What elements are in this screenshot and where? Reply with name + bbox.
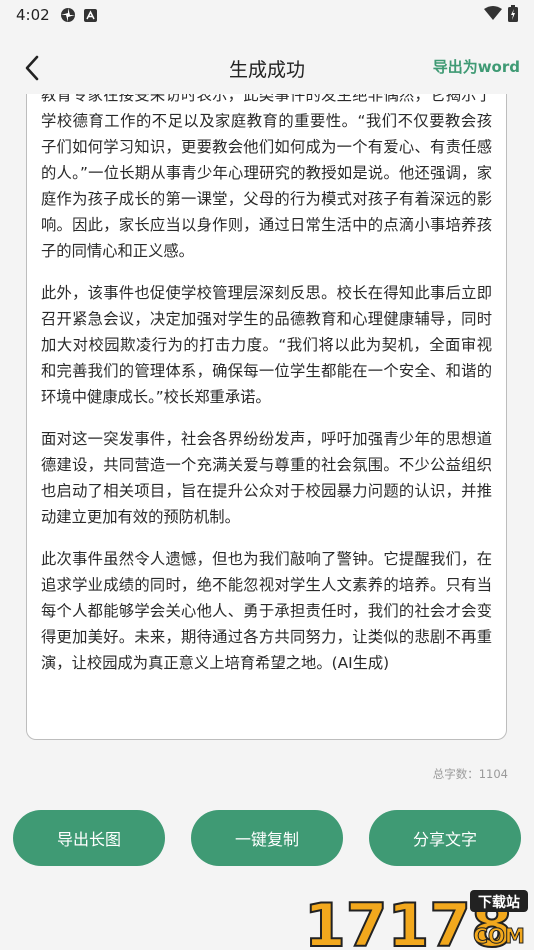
share-text-button[interactable]: 分享文字 — [369, 810, 521, 866]
a-notification-icon — [83, 8, 97, 22]
paragraph: 此次事件虽然令人遗憾，但也为我们敲响了警钟。它提醒我们，在追求学业成绩的同时，绝… — [41, 550, 492, 672]
export-long-image-button[interactable]: 导出长图 — [13, 810, 165, 866]
watermark-tag: 下载站 — [478, 894, 520, 911]
copy-button[interactable]: 一键复制 — [191, 810, 343, 866]
word-count: 总字数：1104 — [432, 767, 508, 781]
battery-icon — [508, 4, 518, 26]
watermark-domain: COM — [473, 924, 525, 948]
pinwheel-icon — [60, 7, 76, 23]
paragraph: 教育专家在接受采访时表示，此类事件的发生绝非偶然，它揭示了学校德育工作的不足以及… — [41, 94, 492, 260]
page-title: 生成成功 — [228, 58, 305, 81]
generated-text: 教育专家在接受采访时表示，此类事件的发生绝非偶然，它揭示了学校德育工作的不足以及… — [41, 94, 492, 692]
paragraph: 此外，该事件也促使学校管理层深刻反思。校长在得知此事后立即召开紧急会议，决定加强… — [41, 284, 492, 406]
back-button[interactable] — [14, 50, 50, 86]
export-word-button[interactable]: 导出为word — [433, 56, 520, 77]
content-card[interactable]: 教育专家在接受采访时表示，此类事件的发生绝非偶然，它揭示了学校德育工作的不足以及… — [26, 94, 507, 740]
status-bar: 4:02 — [0, 0, 534, 30]
wifi-icon — [484, 6, 502, 24]
watermark-logo: 17178 下载站 COM — [302, 888, 530, 950]
header: 生成成功 导出为word — [0, 42, 534, 94]
status-time: 4:02 — [16, 6, 50, 24]
chevron-left-icon — [25, 55, 39, 81]
paragraph: 面对这一突发事件，社会各界纷纷发声，呼吁加强青少年的思想道德建设，共同营造一个充… — [41, 430, 492, 526]
